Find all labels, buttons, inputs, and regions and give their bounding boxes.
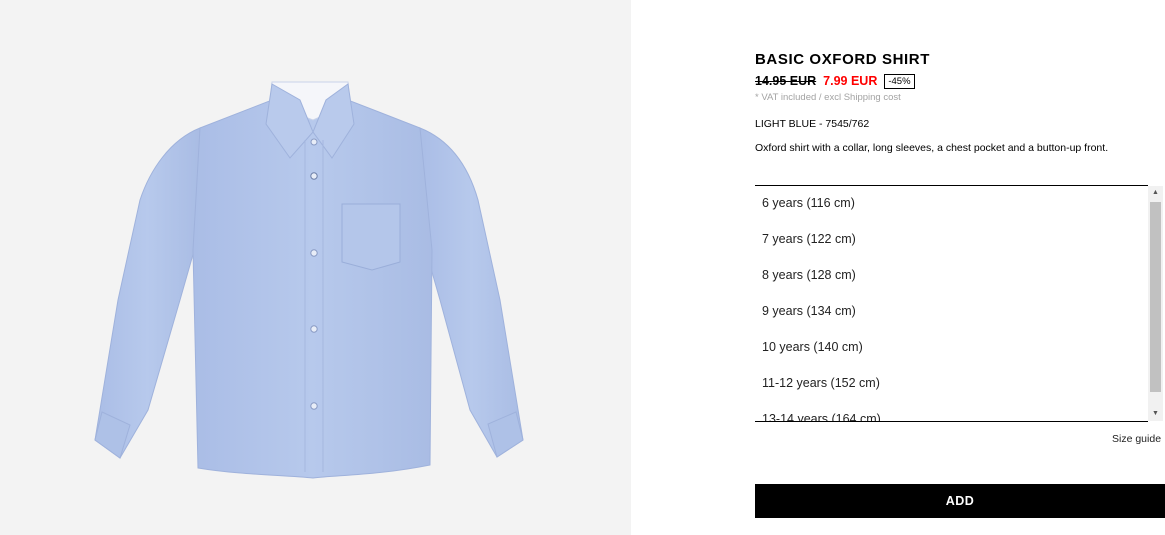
discount-badge: -45% <box>884 73 915 89</box>
size-option[interactable]: 10 years (140 cm) <box>762 330 1142 366</box>
product-page: BASIC OXFORD SHIRT 14.95 EUR 7.99 EUR -4… <box>0 0 1165 535</box>
size-options: 6 years (116 cm) 7 years (122 cm) 8 year… <box>762 186 1142 421</box>
scroll-up-arrow-icon[interactable]: ▲ <box>1148 186 1163 200</box>
product-title: BASIC OXFORD SHIRT <box>755 51 930 68</box>
scroll-down-arrow-icon[interactable]: ▼ <box>1148 407 1163 421</box>
size-list-scrollbar[interactable]: ▲ ▼ <box>1148 186 1163 421</box>
size-option[interactable]: 8 years (128 cm) <box>762 258 1142 294</box>
color-reference: LIGHT BLUE - 7545/762 <box>755 118 870 130</box>
vat-note: * VAT included / excl Shipping cost <box>755 92 901 103</box>
size-guide-link[interactable]: Size guide <box>1112 433 1161 445</box>
product-description: Oxford shirt with a collar, long sleeves… <box>755 142 1109 154</box>
size-option[interactable]: 7 years (122 cm) <box>762 222 1142 258</box>
price-row: 14.95 EUR 7.99 EUR -45% <box>755 73 915 89</box>
size-option[interactable]: 6 years (116 cm) <box>762 186 1142 222</box>
sale-price: 7.99 EUR <box>823 74 878 88</box>
product-info: BASIC OXFORD SHIRT 14.95 EUR 7.99 EUR -4… <box>755 0 1165 535</box>
shirt-illustration <box>94 81 524 479</box>
size-option[interactable]: 13-14 years (164 cm) <box>762 402 1142 421</box>
size-option[interactable]: 9 years (134 cm) <box>762 294 1142 330</box>
scrollbar-thumb[interactable] <box>1150 202 1161 392</box>
original-price: 14.95 EUR <box>755 74 817 88</box>
add-to-cart-button[interactable]: ADD <box>755 484 1165 518</box>
size-selector[interactable]: 6 years (116 cm) 7 years (122 cm) 8 year… <box>755 185 1148 422</box>
size-option[interactable]: 11-12 years (152 cm) <box>762 366 1142 402</box>
product-image[interactable] <box>0 0 631 535</box>
